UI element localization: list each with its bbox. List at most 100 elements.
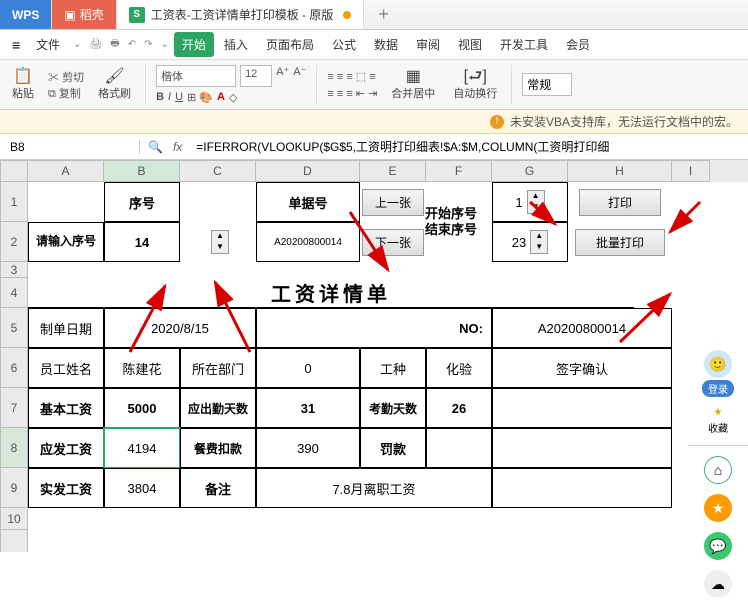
format-painter-button[interactable]: 🖌格式刷 xyxy=(94,67,135,103)
cell-GH9[interactable] xyxy=(492,468,672,508)
file-dropdown-icon[interactable]: ⌄ xyxy=(70,39,84,50)
cell-E2[interactable]: 下一张 xyxy=(360,222,426,262)
print-button[interactable]: 打印 xyxy=(579,189,661,216)
batch-print-button[interactable]: 批量打印 xyxy=(575,229,665,256)
cell-B8[interactable]: 4194 xyxy=(104,428,180,468)
cell-title[interactable]: 工资详情单 xyxy=(28,278,634,308)
cut-button[interactable]: ✂ 剪切 xyxy=(48,69,84,85)
cell-D8[interactable]: 390 xyxy=(256,428,360,468)
row-header-3[interactable]: 3 xyxy=(0,262,28,278)
cell-GH6[interactable]: 签字确认 xyxy=(492,348,672,388)
paste-button[interactable]: 📋粘贴 xyxy=(8,67,38,103)
row-header-2[interactable]: 2 xyxy=(0,222,28,262)
cell-H2[interactable]: 批量打印 xyxy=(568,222,672,262)
cell-D7[interactable]: 31 xyxy=(256,388,360,428)
app-tab-wps[interactable]: WPS xyxy=(0,0,52,29)
menu-dev[interactable]: 开发工具 xyxy=(492,32,556,57)
cell-E7[interactable]: 考勤天数 xyxy=(360,388,426,428)
wrap-text-button[interactable]: [⮐]自动换行 xyxy=(449,67,501,103)
cell-B7[interactable]: 5000 xyxy=(104,388,180,428)
menu-layout[interactable]: 页面布局 xyxy=(258,32,322,57)
spinner-start[interactable]: ▲▼ xyxy=(527,190,545,214)
spinner-end[interactable]: ▲▼ xyxy=(530,230,548,254)
spinner-seq[interactable]: ▲▼ xyxy=(211,230,229,254)
menu-formula[interactable]: 公式 xyxy=(324,32,364,57)
cell-F6[interactable]: 化验 xyxy=(426,348,492,388)
row-header-7[interactable]: 7 xyxy=(0,388,28,428)
zoom-icon[interactable]: 🔍 xyxy=(148,140,163,154)
font-family-select[interactable]: 楷体 xyxy=(156,65,236,87)
favorite-button[interactable]: ★收藏 xyxy=(708,407,728,435)
row-header-8[interactable]: 8 xyxy=(0,428,28,468)
cell-A5[interactable]: 制单日期 xyxy=(28,308,104,348)
select-all-corner[interactable] xyxy=(0,160,28,182)
cell-GH8[interactable] xyxy=(492,428,672,468)
col-header-D[interactable]: D xyxy=(256,160,360,182)
formula-input[interactable]: =IFERROR(VLOOKUP($G$5,工资明打印细表!$A:$M,COLU… xyxy=(190,138,748,155)
col-header-H[interactable]: H xyxy=(568,160,672,182)
row-header-4[interactable]: 4 xyxy=(0,278,28,308)
prev-button[interactable]: 上一张 xyxy=(362,189,424,216)
cell-E1[interactable]: 上一张 xyxy=(360,182,426,222)
cell-A1[interactable] xyxy=(28,182,104,222)
cell-GH7[interactable] xyxy=(492,388,672,428)
number-format-select[interactable]: 常规 xyxy=(522,73,572,96)
cell-A8[interactable]: 应发工资 xyxy=(28,428,104,468)
fx-icon[interactable]: fx xyxy=(173,140,182,154)
cell-G1[interactable]: 1▲▼ xyxy=(492,182,568,222)
cell-B2[interactable]: 14 xyxy=(104,222,180,262)
col-header-G[interactable]: G xyxy=(492,160,568,182)
cell-F8[interactable] xyxy=(426,428,492,468)
cell-A7[interactable]: 基本工资 xyxy=(28,388,104,428)
next-button[interactable]: 下一张 xyxy=(362,229,424,256)
menu-review[interactable]: 审阅 xyxy=(408,32,448,57)
hamburger-icon[interactable]: ≡ xyxy=(6,37,26,53)
side-star-icon[interactable]: ★ xyxy=(704,494,732,522)
cell-C8[interactable]: 餐费扣款 xyxy=(180,428,256,468)
side-chat-icon[interactable]: 💬 xyxy=(704,532,732,560)
menu-insert[interactable]: 插入 xyxy=(216,32,256,57)
menu-view[interactable]: 视图 xyxy=(450,32,490,57)
cell-C1[interactable] xyxy=(180,182,256,222)
row-header-10[interactable]: 10 xyxy=(0,508,28,530)
cell-B1[interactable]: 序号 xyxy=(104,182,180,222)
menu-file[interactable]: 文件 xyxy=(28,32,68,57)
new-tab-button[interactable]: + xyxy=(364,0,403,29)
col-header-A[interactable]: A xyxy=(28,160,104,182)
cell-A9[interactable]: 实发工资 xyxy=(28,468,104,508)
row-header-9[interactable]: 9 xyxy=(0,468,28,508)
menu-member[interactable]: 会员 xyxy=(558,32,598,57)
cell-E6[interactable]: 工种 xyxy=(360,348,426,388)
cell-A2[interactable]: 请输入序号 xyxy=(28,222,104,262)
login-button[interactable]: 🙂登录 xyxy=(702,350,734,397)
menu-data[interactable]: 数据 xyxy=(366,32,406,57)
row-header-5[interactable]: 5 xyxy=(0,308,28,348)
menu-begin[interactable]: 开始 xyxy=(174,32,214,57)
side-home-icon[interactable]: ⌂ xyxy=(704,456,732,484)
cell-A6[interactable]: 员工姓名 xyxy=(28,348,104,388)
font-size-select[interactable]: 12 xyxy=(240,65,272,87)
cell-C6[interactable]: 所在部门 xyxy=(180,348,256,388)
cell-C7[interactable]: 应出勤天数 xyxy=(180,388,256,428)
cell-C2[interactable]: ▲▼ xyxy=(180,222,256,262)
cell-B6[interactable]: 陈建花 xyxy=(104,348,180,388)
col-header-C[interactable]: C xyxy=(180,160,256,182)
row-header-6[interactable]: 6 xyxy=(0,348,28,388)
cell-DEF5[interactable]: NO: xyxy=(256,308,492,348)
side-cloud-icon[interactable]: ☁ xyxy=(704,570,732,598)
cell-D1[interactable]: 单据号 xyxy=(256,182,360,222)
row-header-11[interactable] xyxy=(0,530,28,552)
document-tab[interactable]: S 工资表-工资详情单打印模板 - 原版 xyxy=(117,0,365,29)
cell-C9[interactable]: 备注 xyxy=(180,468,256,508)
cell-GH5[interactable]: A20200800014 xyxy=(492,308,672,348)
col-header-B[interactable]: B xyxy=(104,160,180,182)
cell-DEF9[interactable]: 7.8月离职工资 xyxy=(256,468,492,508)
cell-B9[interactable]: 3804 xyxy=(104,468,180,508)
app-tab-daoke[interactable]: ▣稻壳 xyxy=(52,0,116,29)
cell-H1[interactable]: 打印 xyxy=(568,182,672,222)
col-header-E[interactable]: E xyxy=(360,160,426,182)
cell-D2[interactable]: A20200800014 xyxy=(256,222,360,262)
name-box-input[interactable] xyxy=(10,140,129,154)
merge-center-button[interactable]: ▦合并居中 xyxy=(387,67,439,103)
name-box[interactable] xyxy=(0,140,140,154)
